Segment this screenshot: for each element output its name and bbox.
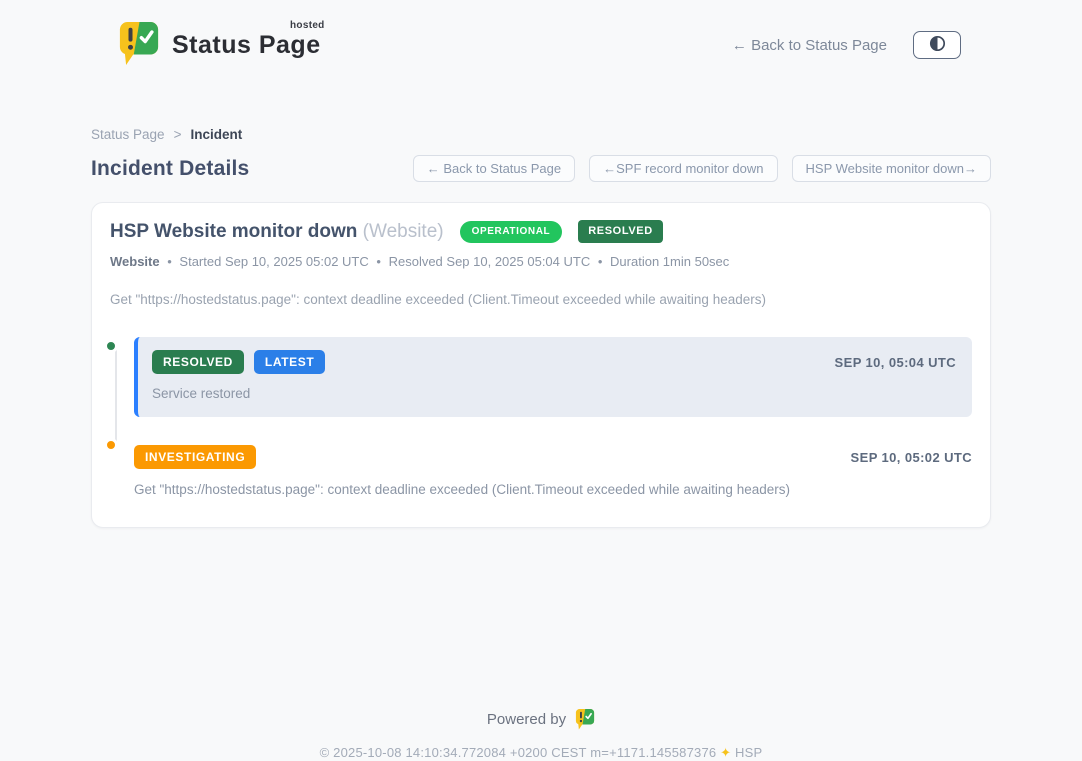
timeline-resolved-timestamp: SEP 10, 05:04 UTC xyxy=(835,355,956,370)
meta-separator: • xyxy=(376,254,381,269)
main-content: Status Page > Incident Incident Details … xyxy=(91,127,991,761)
incident-title: HSP Website monitor down (Website) xyxy=(110,221,444,243)
logo-hosted-superscript: hosted xyxy=(290,20,325,31)
prev-incident-button[interactable]: ←SPF record monitor down xyxy=(589,155,777,182)
breadcrumb-status-page[interactable]: Status Page xyxy=(91,127,165,142)
copyright-line: © 2025-10-08 14:10:34.772084 +0200 CEST … xyxy=(91,745,991,761)
statuspage-logo-icon xyxy=(118,20,160,71)
timeline-dot-investigating xyxy=(104,438,118,452)
back-to-status-page-link[interactable]: ← Back to Status Page xyxy=(732,37,887,54)
timeline-connector xyxy=(115,347,117,444)
incident-description: Get "https://hostedstatus.page": context… xyxy=(110,292,972,307)
operational-status-badge: OPERATIONAL xyxy=(460,221,563,243)
sparkles-icon: ✦ xyxy=(720,745,731,760)
meta-separator: • xyxy=(598,254,603,269)
timeline-investigating-message: Get "https://hostedstatus.page": context… xyxy=(134,482,972,497)
incident-timeline: RESOLVED LATEST SEP 10, 05:04 UTC Servic… xyxy=(110,337,972,497)
statuspage-logo-icon-small[interactable] xyxy=(575,708,595,730)
page-title: Incident Details xyxy=(91,157,249,181)
meta-resolved: Resolved Sep 10, 2025 05:04 UTC xyxy=(389,254,591,269)
copyright-text: © 2025-10-08 14:10:34.772084 +0200 CEST … xyxy=(320,745,717,760)
header: Status Page hosted ← Back to Status Page xyxy=(0,0,1082,76)
breadcrumb-separator: > xyxy=(174,127,182,142)
incident-meta: Website • Started Sep 10, 2025 05:02 UTC… xyxy=(110,254,972,269)
incident-component: (Website) xyxy=(363,221,444,242)
timeline-entry-investigating: INVESTIGATING SEP 10, 05:02 UTC Get "htt… xyxy=(134,443,972,497)
resolved-status-badge: RESOLVED xyxy=(578,220,663,243)
timeline-resolved-message: Service restored xyxy=(152,386,956,401)
powered-by-label: Powered by xyxy=(487,711,566,728)
incident-nav-buttons: ← Back to Status Page ←SPF record monito… xyxy=(413,155,991,182)
timeline-dot-resolved xyxy=(104,339,118,353)
timeline-entry-resolved: RESOLVED LATEST SEP 10, 05:04 UTC Servic… xyxy=(134,337,972,417)
meta-component-name: Website xyxy=(110,254,160,269)
breadcrumb-incident: Incident xyxy=(190,127,242,142)
footer: Powered by © 2025-10-08 14:10:34.772084 … xyxy=(91,708,991,761)
half-circle-contrast-icon xyxy=(929,35,946,55)
timeline-investigating-badge: INVESTIGATING xyxy=(134,445,256,469)
timeline-resolved-badge: RESOLVED xyxy=(152,350,244,374)
brand-logo[interactable]: Status Page hosted xyxy=(118,20,321,71)
timeline-investigating-timestamp: SEP 10, 05:02 UTC xyxy=(851,450,972,465)
theme-toggle-button[interactable] xyxy=(913,31,961,59)
meta-separator: • xyxy=(167,254,172,269)
meta-duration: Duration 1min 50sec xyxy=(610,254,729,269)
timeline-latest-badge: LATEST xyxy=(254,350,325,374)
meta-started: Started Sep 10, 2025 05:02 UTC xyxy=(179,254,368,269)
back-to-status-page-button[interactable]: ← Back to Status Page xyxy=(413,155,575,182)
powered-by: Powered by xyxy=(487,708,595,730)
logo-text: Status Page hosted xyxy=(172,31,321,60)
next-incident-button[interactable]: HSP Website monitor down→ xyxy=(792,155,991,182)
copyright-suffix: HSP xyxy=(735,745,762,760)
incident-card: HSP Website monitor down (Website) OPERA… xyxy=(91,202,991,528)
breadcrumb: Status Page > Incident xyxy=(91,127,991,142)
